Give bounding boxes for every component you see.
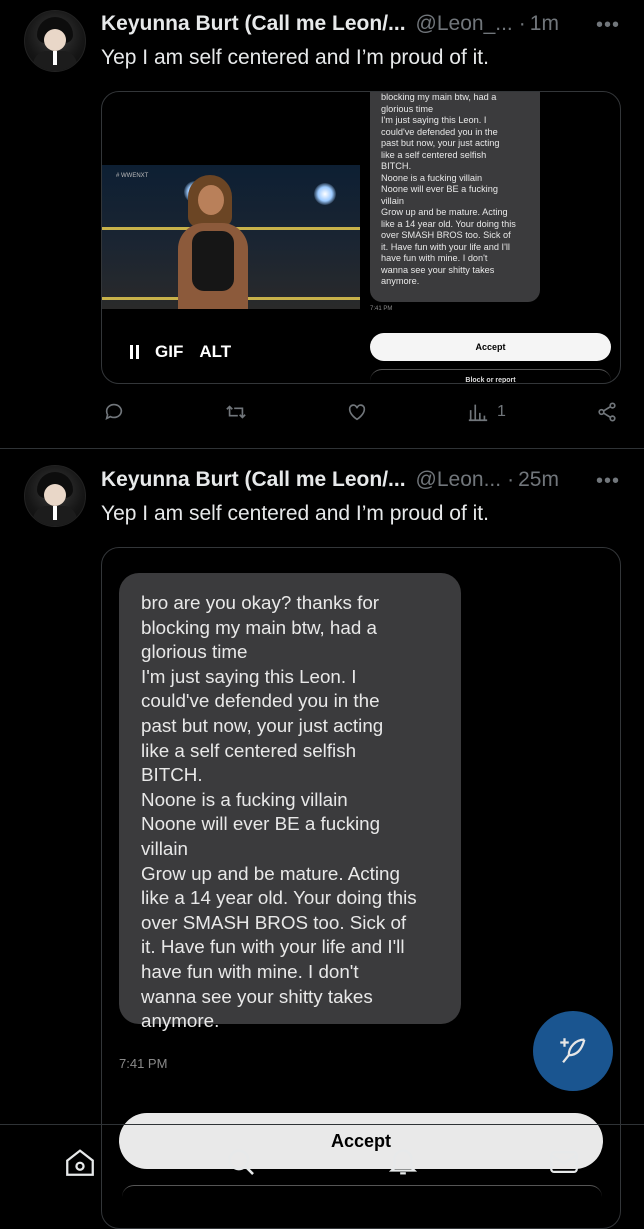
tweet-actions: 1 bbox=[101, 401, 622, 431]
gif-controls: GIF ALT bbox=[130, 342, 231, 362]
gif-badge: GIF bbox=[155, 342, 184, 361]
separator: · bbox=[507, 468, 515, 491]
compose-icon bbox=[560, 1038, 586, 1064]
avatar[interactable] bbox=[24, 465, 86, 527]
share-icon bbox=[598, 402, 616, 422]
views-count: 1 bbox=[497, 403, 506, 420]
accept-button[interactable]: Accept bbox=[370, 333, 611, 361]
message-bubble: bro are you okay? thanks for blocking my… bbox=[119, 573, 461, 1031]
nav-messages[interactable] bbox=[547, 1145, 581, 1184]
search-icon bbox=[228, 1149, 254, 1175]
tweet-2[interactable]: Keyunna Burt (Call me Leon/... @Leon... … bbox=[0, 449, 644, 1229]
avatar[interactable] bbox=[24, 10, 86, 72]
block-report-button[interactable]: Block or report bbox=[370, 369, 611, 383]
timestamp[interactable]: 25m bbox=[518, 468, 559, 492]
home-icon bbox=[66, 1149, 94, 1176]
notifications-icon bbox=[388, 1149, 418, 1175]
nav-notifications[interactable] bbox=[386, 1145, 420, 1184]
share-button[interactable] bbox=[596, 401, 618, 423]
alt-badge[interactable]: ALT bbox=[199, 342, 231, 362]
gif-preview[interactable]: # WWENXT bbox=[102, 165, 360, 309]
gif-watermark: # WWENXT bbox=[116, 173, 149, 179]
views-icon bbox=[468, 404, 488, 422]
more-options-icon[interactable]: ••• bbox=[596, 470, 620, 493]
like-icon bbox=[348, 404, 366, 421]
tweet-header: Keyunna Burt (Call me Leon/... @Leon... … bbox=[101, 468, 559, 498]
message-bubble: blocking my main btw, had a glorious tim… bbox=[370, 92, 540, 302]
handle[interactable]: @Leon... bbox=[416, 468, 502, 492]
reply-button[interactable] bbox=[103, 401, 125, 423]
nav-home[interactable] bbox=[63, 1145, 97, 1184]
display-name[interactable]: Keyunna Burt (Call me Leon/... bbox=[101, 468, 406, 492]
compose-button[interactable] bbox=[533, 1011, 613, 1091]
like-button[interactable] bbox=[345, 401, 369, 423]
stage-light bbox=[314, 183, 336, 205]
message-time: 7:41 PM bbox=[370, 306, 393, 312]
reply-icon bbox=[105, 403, 123, 420]
messages-icon bbox=[550, 1150, 578, 1174]
timestamp[interactable]: 1m bbox=[530, 12, 559, 36]
retweet-button[interactable] bbox=[224, 401, 248, 423]
nav-search[interactable] bbox=[224, 1145, 258, 1184]
retweet-icon bbox=[226, 405, 246, 419]
tweet-text: Yep I am self centered and I’m proud of … bbox=[101, 502, 489, 525]
media-attachment[interactable]: # WWENXT blocking my main btw, had a glo… bbox=[101, 91, 621, 384]
tweet-header: Keyunna Burt (Call me Leon/... @Leon_...… bbox=[101, 12, 559, 42]
views-button[interactable]: 1 bbox=[467, 401, 506, 423]
tweet-1[interactable]: Keyunna Burt (Call me Leon/... @Leon_...… bbox=[0, 0, 644, 448]
message-time: 7:41 PM bbox=[119, 1056, 168, 1071]
handle[interactable]: @Leon_... bbox=[416, 12, 513, 36]
pause-icon[interactable] bbox=[130, 345, 139, 359]
tweet-text: Yep I am self centered and I’m proud of … bbox=[101, 46, 489, 69]
display-name[interactable]: Keyunna Burt (Call me Leon/... bbox=[101, 12, 406, 36]
bottom-navigation bbox=[0, 1124, 644, 1201]
separator: · bbox=[518, 12, 526, 35]
more-options-icon[interactable]: ••• bbox=[596, 14, 620, 37]
